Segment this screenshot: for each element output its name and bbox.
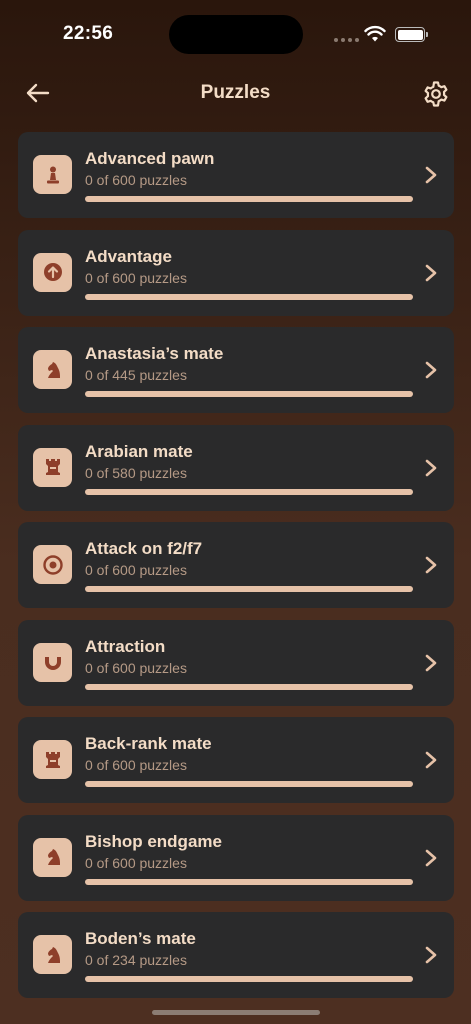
item-count: 0 of 600 puzzles: [85, 562, 187, 578]
list-item-arabian-mate[interactable]: Arabian mate 0 of 580 puzzles: [18, 424, 454, 511]
dynamic-island: [169, 15, 303, 54]
chevron-right-icon: [425, 264, 437, 281]
chevron-right-icon: [425, 751, 437, 769]
chevron-right-icon: [425, 654, 437, 671]
item-count: 0 of 600 puzzles: [85, 659, 187, 676]
list-item-attack-on-f2-f7[interactable]: Attack on f2/f7 0 of 600 puzzles: [18, 522, 454, 608]
chevron-right-icon: [425, 459, 437, 476]
item-count: 0 of 600 puzzles: [85, 269, 187, 286]
progress-bar: [85, 878, 413, 885]
item-title: Attraction: [85, 636, 166, 656]
settings-button[interactable]: [421, 79, 451, 109]
progress-bar: [85, 781, 413, 787]
item-title: Advanced pawn: [85, 149, 215, 168]
item-title: Back-rank mate: [85, 734, 212, 753]
item-title: Advantage: [85, 246, 172, 266]
item-title: Attack on f2/f7: [85, 539, 203, 558]
item-title: Bishop endgame: [85, 831, 222, 851]
list-item-bishop-endgame[interactable]: Bishop endgame 0 of 600 puzzles: [18, 814, 454, 901]
progress-bar: [85, 196, 413, 202]
home-indicator[interactable]: [152, 1010, 320, 1015]
progress-bar: [85, 586, 413, 592]
arrow-up-circle-icon: [33, 252, 72, 292]
magnet-icon: [33, 642, 72, 682]
page-title: Puzzles: [200, 82, 271, 103]
list-item-back-rank-mate[interactable]: Back-rank mate 0 of 600 puzzles: [18, 717, 454, 803]
chevron-right-icon: [425, 946, 437, 964]
wifi-icon: [364, 25, 386, 42]
chevron-right-icon: [425, 166, 437, 184]
knight-icon: [33, 350, 72, 389]
item-count: 0 of 234 puzzles: [85, 952, 187, 968]
item-title: Arabian mate: [85, 441, 193, 461]
item-title: Boden’s mate: [85, 929, 196, 948]
status-bar: 22:56: [0, 0, 471, 70]
chevron-right-icon: [425, 556, 437, 574]
knight-icon: [33, 935, 72, 974]
progress-bar: [85, 683, 413, 690]
chevron-right-icon: [425, 849, 437, 866]
list-item-advanced-pawn[interactable]: Advanced pawn 0 of 600 puzzles: [18, 132, 454, 218]
rook-icon: [33, 740, 72, 779]
list-item-attraction[interactable]: Attraction 0 of 600 puzzles: [18, 619, 454, 706]
progress-bar: [85, 391, 413, 397]
progress-bar: [85, 293, 413, 300]
progress-bar: [85, 488, 413, 495]
pawn-icon: [33, 155, 72, 194]
puzzle-theme-list: Advanced pawn 0 of 600 puzzles Advantage…: [18, 132, 454, 1010]
target-icon: [33, 545, 72, 584]
nav-header: Puzzles: [0, 70, 471, 116]
item-count: 0 of 445 puzzles: [85, 367, 187, 383]
knight-icon: [33, 837, 72, 877]
rook-icon: [33, 447, 72, 487]
chevron-right-icon: [425, 361, 437, 379]
item-title: Anastasia’s mate: [85, 344, 224, 363]
progress-bar: [85, 976, 413, 982]
item-count: 0 of 600 puzzles: [85, 757, 187, 773]
item-count: 0 of 600 puzzles: [85, 172, 187, 188]
list-item-advantage[interactable]: Advantage 0 of 600 puzzles: [18, 229, 454, 316]
item-count: 0 of 580 puzzles: [85, 464, 187, 481]
gear-icon: [424, 81, 448, 107]
battery-icon: [395, 27, 428, 42]
list-item-bodens-mate[interactable]: Boden’s mate 0 of 234 puzzles: [18, 912, 454, 998]
item-count: 0 of 600 puzzles: [85, 854, 187, 871]
cellular-signal-icon: [334, 38, 359, 42]
list-item-anastasias-mate[interactable]: Anastasia’s mate 0 of 445 puzzles: [18, 327, 454, 413]
status-time: 22:56: [63, 23, 114, 44]
